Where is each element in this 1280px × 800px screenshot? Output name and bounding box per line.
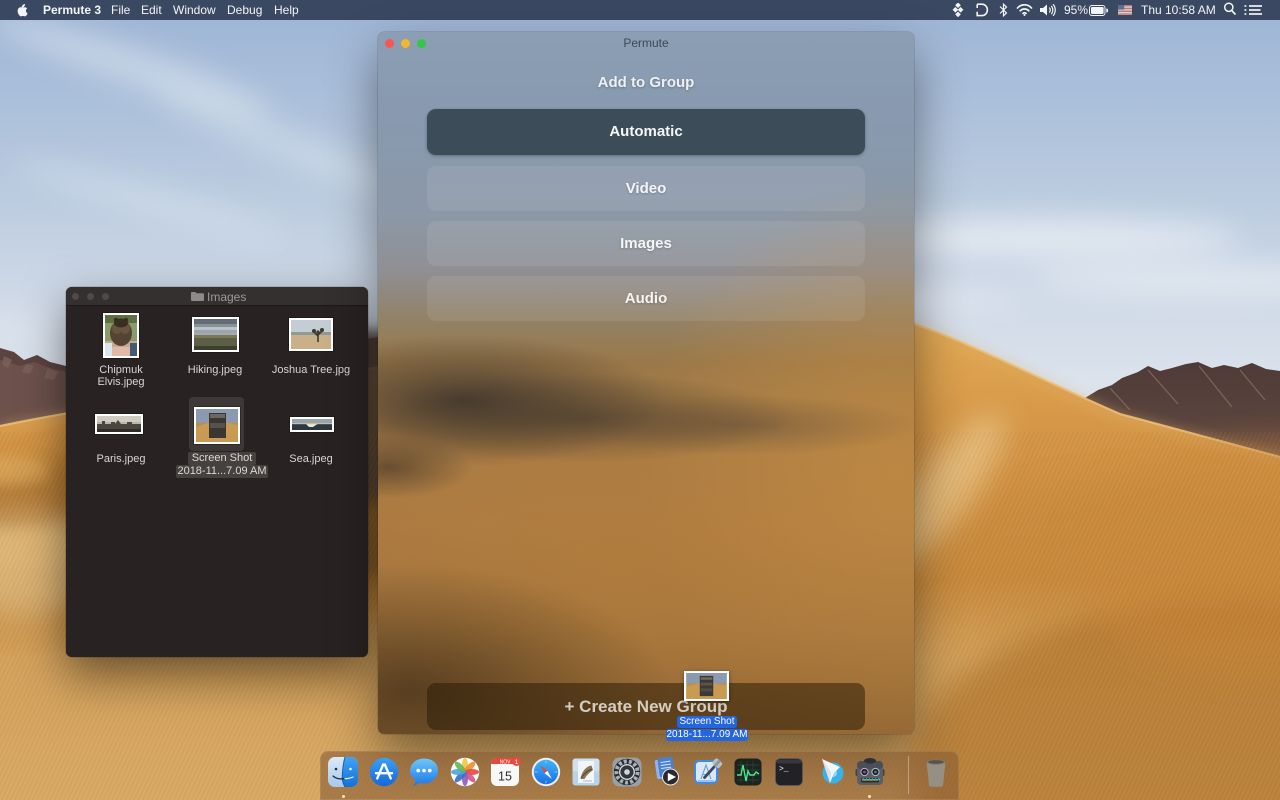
svg-text:>_: >_ xyxy=(779,765,789,774)
svg-text:15: 15 xyxy=(498,770,512,784)
svg-text:NOV: NOV xyxy=(500,760,512,766)
svg-text:1: 1 xyxy=(515,759,519,766)
